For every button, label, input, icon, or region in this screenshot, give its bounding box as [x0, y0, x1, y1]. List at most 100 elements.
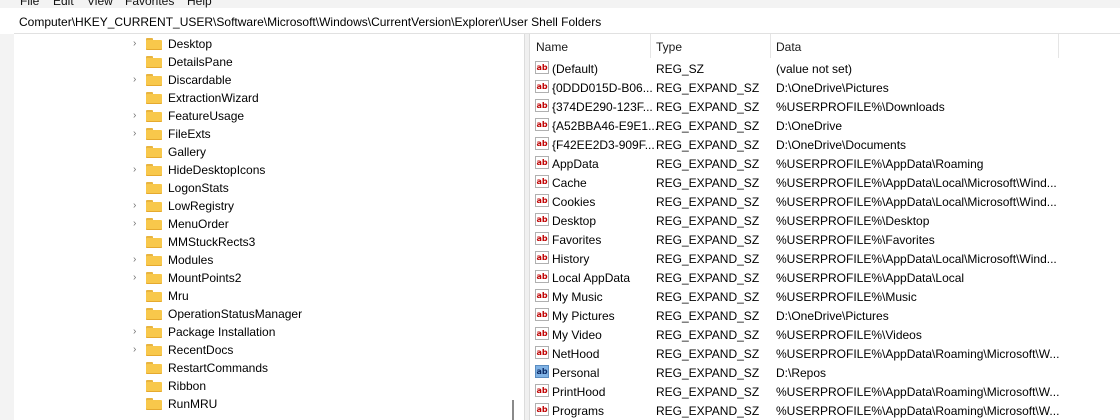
- value-name: PrintHood: [552, 385, 606, 399]
- chevron-right-icon[interactable]: ›: [133, 164, 143, 176]
- menu-edit[interactable]: Edit: [53, 0, 74, 8]
- value-name: {374DE290-123F...: [552, 100, 653, 114]
- column-header-data[interactable]: Data: [776, 40, 801, 54]
- value-name: {A52BBA46-E9E1...: [552, 119, 659, 133]
- tree-item-label: RestartCommands: [168, 361, 269, 375]
- tree-item-label: RecentDocs: [168, 343, 234, 357]
- value-row[interactable]: ab PrintHood REG_EXPAND_SZ %USERPROFILE%\Ap…: [530, 382, 1120, 401]
- value-name: Cookies: [552, 195, 596, 209]
- address-bar[interactable]: Computer\HKEY_CURRENT_USER\Software\Micr…: [14, 10, 1120, 34]
- chevron-right-icon[interactable]: ›: [133, 110, 143, 122]
- string-value-icon: ab: [535, 232, 549, 245]
- folder-icon: [146, 380, 162, 392]
- tree-scrollbar[interactable]: [510, 34, 524, 420]
- tree-item[interactable]: Gallery: [14, 143, 514, 161]
- tree-item[interactable]: › HideDesktopIcons: [14, 161, 514, 179]
- chevron-right-icon[interactable]: ›: [133, 128, 143, 140]
- tree-item[interactable]: ExtractionWizard: [14, 89, 514, 107]
- value-row[interactable]: ab {F42EE2D3-909F... REG_EXPAND_SZ D:\OneDr…: [530, 135, 1120, 154]
- folder-icon: [146, 182, 162, 194]
- value-data: %USERPROFILE%\AppData\Roaming: [776, 157, 984, 171]
- string-value-icon: ab: [535, 251, 549, 264]
- value-type: REG_EXPAND_SZ: [656, 119, 760, 133]
- column-divider[interactable]: [650, 34, 651, 58]
- value-row[interactable]: ab {A52BBA46-E9E1... REG_EXPAND_SZ D:\OneDr…: [530, 116, 1120, 135]
- column-divider[interactable]: [770, 34, 771, 58]
- value-row[interactable]: ab {0DDD015D-B06... REG_EXPAND_SZ D:\OneDri…: [530, 78, 1120, 97]
- tree-item[interactable]: › Discardable: [14, 71, 514, 89]
- value-data: D:\OneDrive: [776, 119, 843, 133]
- tree-item[interactable]: Ribbon: [14, 377, 514, 395]
- tree-item[interactable]: RestartCommands: [14, 359, 514, 377]
- value-row[interactable]: ab Local AppData REG_EXPAND_SZ %USERPROFILE…: [530, 268, 1120, 287]
- tree-item[interactable]: LogonStats: [14, 179, 514, 197]
- column-header-name[interactable]: Name: [536, 40, 568, 54]
- column-divider[interactable]: [1058, 34, 1059, 58]
- chevron-right-icon[interactable]: ›: [133, 74, 143, 86]
- tree-item-label: MountPoints2: [168, 271, 242, 285]
- folder-icon: [146, 110, 162, 122]
- tree-item[interactable]: › Modules: [14, 251, 514, 269]
- value-row[interactable]: ab Favorites REG_EXPAND_SZ %USERPROFILE%\Fa…: [530, 230, 1120, 249]
- tree-item[interactable]: RunMRU: [14, 395, 514, 413]
- value-row[interactable]: ab My Video REG_EXPAND_SZ %USERPROFILE%\Vid…: [530, 325, 1120, 344]
- value-row[interactable]: ab NetHood REG_EXPAND_SZ %USERPROFILE%\AppD…: [530, 344, 1120, 363]
- tree-item[interactable]: › Package Installation: [14, 323, 514, 341]
- value-row[interactable]: ab Cache REG_EXPAND_SZ %USERPROFILE%\AppDat…: [530, 173, 1120, 192]
- chevron-right-icon[interactable]: ›: [133, 272, 143, 284]
- tree-item[interactable]: › FileExts: [14, 125, 514, 143]
- value-row[interactable]: ab History REG_EXPAND_SZ %USERPROFILE%\AppD…: [530, 249, 1120, 268]
- tree-item[interactable]: OperationStatusManager: [14, 305, 514, 323]
- tree-scrollbar-thumb[interactable]: [512, 400, 514, 420]
- column-header-type[interactable]: Type: [656, 40, 682, 54]
- tree-item-label: Discardable: [168, 73, 232, 87]
- value-data: D:\OneDrive\Documents: [776, 138, 907, 152]
- tree-item[interactable]: MMStuckRects3: [14, 233, 514, 251]
- chevron-right-icon[interactable]: ›: [133, 218, 143, 230]
- value-type: REG_EXPAND_SZ: [656, 271, 760, 285]
- value-type: REG_SZ: [656, 62, 705, 76]
- menu-file[interactable]: File: [20, 0, 39, 8]
- value-row[interactable]: ab Desktop REG_EXPAND_SZ %USERPROFILE%\Desk…: [530, 211, 1120, 230]
- value-type: REG_EXPAND_SZ: [656, 100, 760, 114]
- tree-item[interactable]: › RecentDocs: [14, 341, 514, 359]
- value-type: REG_EXPAND_SZ: [656, 290, 760, 304]
- value-row[interactable]: ab Personal REG_EXPAND_SZ D:\Repos: [530, 363, 1120, 382]
- value-row[interactable]: ab (Default) REG_SZ (value not set): [530, 59, 1120, 78]
- value-type: REG_EXPAND_SZ: [656, 195, 760, 209]
- string-value-icon: ab: [535, 213, 549, 226]
- tree-item-label: Package Installation: [168, 325, 276, 339]
- value-row[interactable]: ab My Pictures REG_EXPAND_SZ D:\OneDrive\Pi…: [530, 306, 1120, 325]
- value-row[interactable]: ab My Music REG_EXPAND_SZ %USERPROFILE%\Mus…: [530, 287, 1120, 306]
- chevron-right-icon[interactable]: ›: [133, 200, 143, 212]
- string-value-icon: ab: [535, 327, 549, 340]
- value-row[interactable]: ab Cookies REG_EXPAND_SZ %USERPROFILE%\AppD…: [530, 192, 1120, 211]
- folder-icon: [146, 56, 162, 68]
- chevron-right-icon[interactable]: ›: [133, 326, 143, 338]
- value-data: %USERPROFILE%\Videos: [776, 328, 922, 342]
- value-data: %USERPROFILE%\Desktop: [776, 214, 930, 228]
- value-data: D:\OneDrive\Pictures: [776, 309, 889, 323]
- menu-view[interactable]: View: [87, 0, 113, 8]
- folder-icon: [146, 308, 162, 320]
- value-row[interactable]: ab {374DE290-123F... REG_EXPAND_SZ %USERPRO…: [530, 97, 1120, 116]
- chevron-right-icon[interactable]: ›: [133, 38, 143, 50]
- value-name: Local AppData: [552, 271, 631, 285]
- value-row[interactable]: ab AppData REG_EXPAND_SZ %USERPROFILE%\AppD…: [530, 154, 1120, 173]
- tree-item[interactable]: Mru: [14, 287, 514, 305]
- menu-favorites[interactable]: Favorites: [125, 0, 174, 8]
- tree-item[interactable]: › LowRegistry: [14, 197, 514, 215]
- tree-item[interactable]: › MountPoints2: [14, 269, 514, 287]
- tree-item[interactable]: › FeatureUsage: [14, 107, 514, 125]
- value-row[interactable]: ab Programs REG_EXPAND_SZ %USERPROFILE%\App…: [530, 401, 1120, 420]
- chevron-right-icon[interactable]: ›: [133, 344, 143, 356]
- menu-help[interactable]: Help: [187, 0, 212, 8]
- tree-item[interactable]: DetailsPane: [14, 53, 514, 71]
- folder-icon: [146, 74, 162, 86]
- tree-item-label: Gallery: [168, 145, 207, 159]
- folder-icon: [146, 290, 162, 302]
- chevron-right-icon[interactable]: ›: [133, 254, 143, 266]
- tree-item[interactable]: › Desktop: [14, 35, 514, 53]
- address-path[interactable]: Computer\HKEY_CURRENT_USER\Software\Micr…: [19, 15, 601, 29]
- tree-item[interactable]: › MenuOrder: [14, 215, 514, 233]
